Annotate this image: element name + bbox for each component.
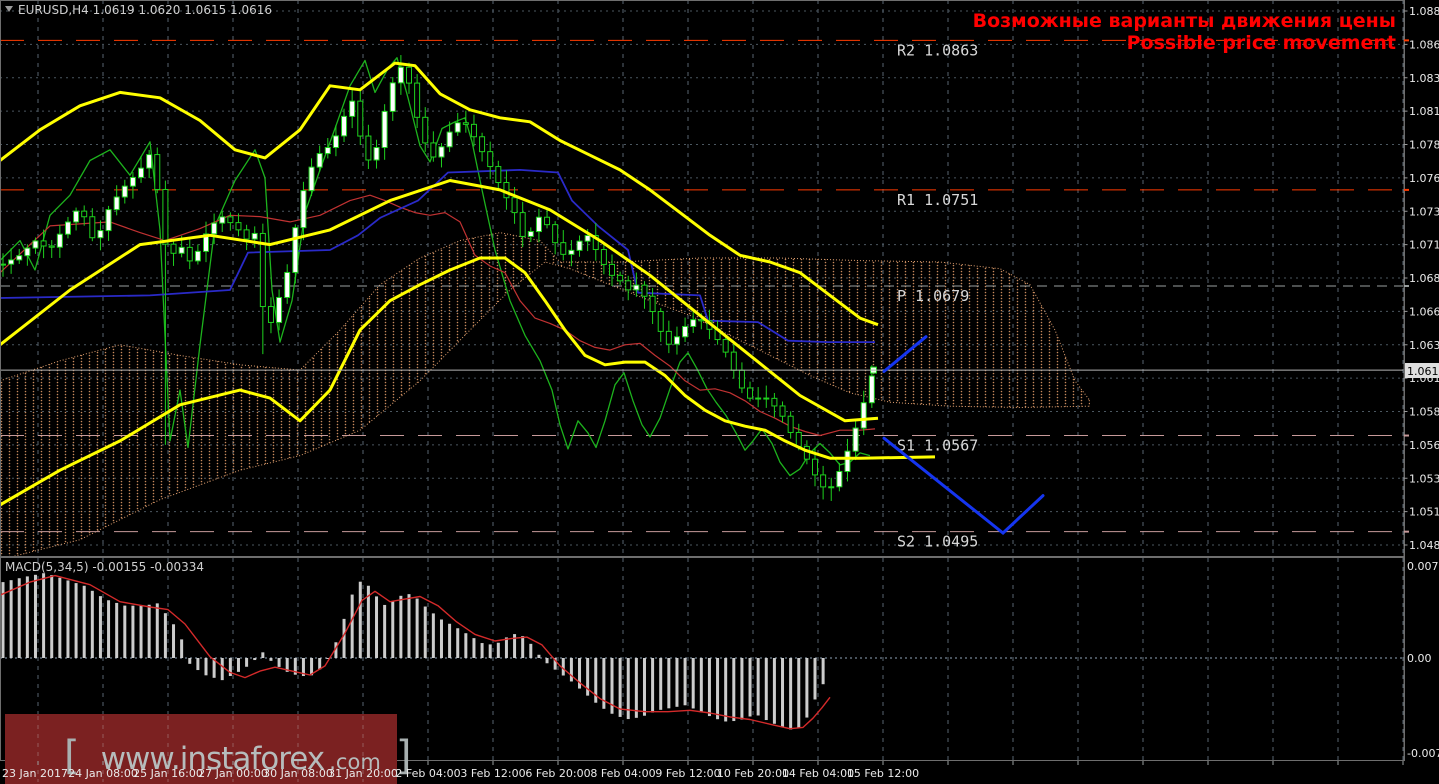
time-axis-label: 10 Feb 20:00 [717, 767, 789, 780]
time-axis-label: 3 Feb 12:00 [460, 767, 525, 780]
macd-axis-top-label: 0.00703 [1407, 560, 1439, 573]
time-axis-label: 31 Jan 20:00 [328, 767, 398, 780]
price-axis-label: 1.0885 [1409, 5, 1439, 18]
price-axis-label: 1.0835 [1409, 72, 1439, 85]
time-axis-label: 8 Feb 04:00 [590, 767, 655, 780]
pivot-label-r2: R2 1.0863 [897, 41, 978, 59]
macd-header: MACD(5,34,5) -0.00155 -0.00334 [5, 560, 204, 574]
time-axis-label: 25 Jan 16:00 [133, 767, 203, 780]
time-axis-label: 6 Feb 20:00 [525, 767, 590, 780]
price-axis-label: 1.0785 [1409, 139, 1439, 152]
symbol-ohlc-header: EURUSD,H4 1.0619 1.0620 1.0615 1.0616 [18, 3, 272, 17]
time-axis-label: 23 Jan 2017 [2, 767, 68, 780]
macd-axis-zero-label: 0.00 [1407, 652, 1432, 665]
price-axis-label: 1.0760 [1409, 172, 1439, 185]
time-axis-label: 24 Jan 08:00 [68, 767, 138, 780]
time-axis-label: 27 Jan 00:00 [198, 767, 268, 780]
price-chart-canvas[interactable]: R2 1.0863 R1 1.0751 P 1.0679 S1 1.0567 S2 1.… [0, 0, 1439, 784]
time-axis-label: 9 Feb 12:00 [655, 767, 720, 780]
price-axis-label: 1.0810 [1409, 105, 1439, 118]
price-axis-label: 1.0485 [1409, 539, 1439, 552]
annotation-line-ru: Возможные варианты движения цены [973, 10, 1396, 32]
pivot-label-s2: S2 1.0495 [897, 533, 978, 551]
annotation-line-en: Possible price movement [1127, 32, 1396, 54]
price-axis-label: 1.0660 [1409, 305, 1439, 318]
price-axis-label: 1.0710 [1409, 239, 1439, 252]
price-axis-label: 1.0535 [1409, 472, 1439, 485]
price-axis-label: 1.0635 [1409, 339, 1439, 352]
pivot-label-s1: S1 1.0567 [897, 437, 978, 455]
pivot-label-r1: R1 1.0751 [897, 191, 978, 209]
time-axis-label: 30 Jan 08:00 [263, 767, 333, 780]
time-axis-label: 14 Feb 04:00 [782, 767, 854, 780]
price-axis-label: 1.0560 [1409, 439, 1439, 452]
mt4-chart-window: R2 1.0863 R1 1.0751 P 1.0679 S1 1.0567 S2 1.… [0, 0, 1439, 784]
price-axis-label: 1.0510 [1409, 506, 1439, 519]
time-axis-label: 2 Feb 04:00 [395, 767, 460, 780]
price-axis-label: 1.0585 [1409, 406, 1439, 419]
price-axis-label: 1.0735 [1409, 205, 1439, 218]
time-axis-label: 15 Feb 12:00 [847, 767, 919, 780]
pivot-label-p: P 1.0679 [897, 287, 969, 305]
current-price-badge-label: 1.0616 [1407, 365, 1439, 378]
price-axis-label: 1.0860 [1409, 38, 1439, 51]
price-axis-label: 1.0685 [1409, 272, 1439, 285]
macd-axis-bottom-label: -0.0073 [1407, 747, 1439, 760]
